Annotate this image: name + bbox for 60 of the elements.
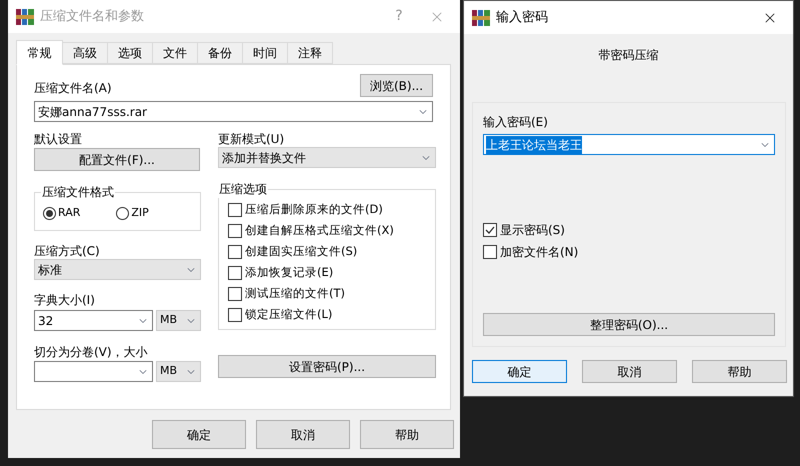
dialog-button[interactable]: 帮助 [360, 420, 454, 449]
dialog-button[interactable]: 设置密码(P)... [218, 355, 436, 378]
app-icon [16, 8, 34, 24]
update-mode-dropdown[interactable]: 添加并替换文件 [218, 147, 436, 168]
checkbox[interactable] [228, 286, 242, 300]
checkbox-label: 压缩后删除原来的文件(D) [245, 200, 383, 218]
tab[interactable]: 备份 [197, 42, 243, 64]
dialog-button[interactable]: 帮助 [692, 360, 787, 383]
group-title: 压缩文件格式 [41, 184, 115, 201]
dialog-button[interactable]: 配置文件(F)... [34, 148, 200, 171]
dialog-button[interactable]: 整理密码(O)... [483, 313, 775, 336]
radio-option[interactable]: ZIP [116, 205, 149, 222]
dialog-button[interactable]: 取消 [582, 360, 677, 383]
dialog-button[interactable]: 确定 [152, 420, 246, 449]
checkbox-label: 添加恢复记录(E) [245, 264, 334, 281]
split-size-field[interactable] [34, 361, 153, 382]
radio-option[interactable]: RAR [43, 205, 80, 222]
dialog-button[interactable]: 取消 [256, 420, 350, 449]
tab[interactable]: 常规 [16, 40, 63, 65]
app-icon [472, 10, 490, 26]
field-label: 压缩方式(C) [34, 243, 101, 258]
checkbox[interactable] [228, 266, 242, 280]
checkbox-label: 锁定压缩文件(L) [245, 306, 332, 323]
tab[interactable]: 选项 [107, 42, 153, 64]
window-title: 压缩文件名和参数 [40, 8, 144, 26]
checkbox-label: 显示密码(S) [500, 222, 565, 239]
radio[interactable] [43, 206, 56, 220]
checkbox[interactable] [228, 308, 242, 322]
dictionary-field[interactable]: 32 [34, 310, 153, 331]
field-label: 字典大小(I) [34, 292, 96, 307]
archive-name-field[interactable]: 安娜anna77sss.rar [34, 101, 433, 122]
checkbox[interactable] [228, 224, 242, 238]
radio[interactable] [116, 206, 130, 220]
checkbox[interactable] [483, 245, 497, 259]
method-dropdown[interactable]: 标准 [34, 259, 201, 280]
checkbox[interactable] [228, 202, 242, 216]
dialog-button[interactable]: 确定 [472, 360, 567, 383]
checkbox[interactable] [483, 223, 497, 237]
unit-dropdown[interactable]: MB [156, 361, 201, 382]
dialog-button[interactable]: 浏览(B)... [360, 74, 433, 97]
tab[interactable]: 注释 [287, 42, 333, 64]
field-label: 切分为分卷(V)，大小 [34, 344, 149, 359]
window-title: 输入密码 [496, 8, 548, 27]
checkbox-label: 创建自解压格式压缩文件(X) [245, 222, 394, 239]
checkbox-label: 创建固实压缩文件(S) [245, 242, 358, 260]
field-label: 默认设置 [34, 131, 83, 146]
dialog-heading: 带密码压缩 [598, 47, 658, 64]
password-field[interactable]: 上老王论坛当老王 [483, 134, 775, 155]
checkbox[interactable] [228, 244, 242, 258]
tab[interactable]: 文件 [152, 42, 198, 64]
check-icon [485, 225, 495, 235]
field-label: 压缩文件名(A) [34, 80, 112, 97]
field-label: 输入密码(E) [483, 114, 549, 131]
tab[interactable]: 高级 [62, 42, 108, 64]
unit-dropdown[interactable]: MB [156, 310, 201, 331]
tab[interactable]: 时间 [242, 42, 288, 64]
checkbox-label: 测试压缩的文件(T) [245, 284, 345, 302]
field-label: 更新模式(U) [218, 131, 286, 146]
checkbox-label: 加密文件名(N) [500, 244, 578, 261]
group-title: 压缩选项 [218, 181, 268, 198]
